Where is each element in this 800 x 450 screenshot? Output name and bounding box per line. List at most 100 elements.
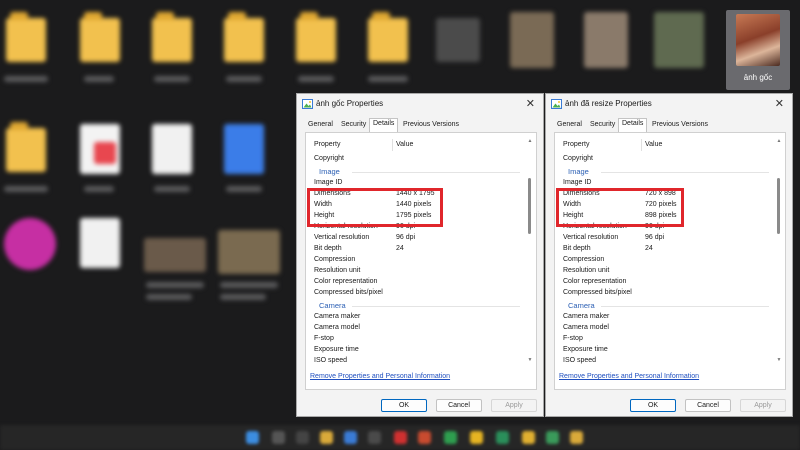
property-row[interactable]: F-stop bbox=[561, 334, 773, 345]
property-name: Bit depth bbox=[314, 245, 342, 252]
desktop-folder-icon[interactable] bbox=[224, 12, 264, 62]
column-header-value[interactable]: Value bbox=[396, 141, 413, 148]
ok-button[interactable]: OK bbox=[381, 399, 427, 412]
details-panel: Property Value Copyright Image Image ID Dim… bbox=[305, 132, 537, 390]
property-row[interactable]: Compression bbox=[561, 255, 773, 266]
property-row[interactable]: Compression bbox=[312, 255, 524, 266]
cancel-button[interactable]: Cancel bbox=[436, 399, 482, 412]
remove-properties-link[interactable]: Remove Properties and Personal Informati… bbox=[559, 373, 699, 380]
search-icon[interactable] bbox=[272, 431, 285, 444]
property-list[interactable]: Property Value Copyright Image Image ID Dim… bbox=[561, 138, 773, 365]
scrollbar-thumb[interactable] bbox=[777, 178, 780, 234]
app-icon[interactable] bbox=[368, 431, 381, 444]
group-header-image: Image bbox=[312, 165, 524, 177]
app-icon[interactable] bbox=[394, 431, 407, 444]
property-row[interactable]: Exposure time bbox=[312, 345, 524, 356]
desktop-photo-thumbnail[interactable] bbox=[584, 12, 628, 68]
property-row[interactable]: Color representation bbox=[312, 277, 524, 288]
start-icon[interactable] bbox=[246, 431, 259, 444]
close-icon[interactable]: ✕ bbox=[526, 97, 535, 110]
property-row[interactable]: Compressed bits/pixel bbox=[312, 288, 524, 299]
property-name: F-stop bbox=[314, 335, 334, 342]
desktop-folder-icon[interactable] bbox=[6, 122, 46, 172]
dialog-title: ảnh gốc Properties bbox=[316, 99, 384, 108]
desktop-photo-thumbnail[interactable] bbox=[510, 12, 554, 68]
scroll-up-icon[interactable]: ▲ bbox=[527, 138, 533, 144]
desktop-folder-icon[interactable] bbox=[6, 12, 46, 62]
vertical-scrollbar[interactable]: ▲ ▼ bbox=[776, 138, 782, 363]
desktop-photo-thumbnail[interactable] bbox=[436, 18, 480, 62]
scroll-up-icon[interactable]: ▲ bbox=[776, 138, 782, 144]
chrome-icon[interactable] bbox=[470, 431, 483, 444]
app-icon[interactable] bbox=[418, 431, 431, 444]
desktop-file-icon[interactable] bbox=[224, 124, 264, 174]
tab-previous-versions[interactable]: Previous Versions bbox=[649, 120, 711, 131]
property-name: Camera model bbox=[314, 324, 360, 331]
property-row[interactable]: Exposure time bbox=[561, 345, 773, 356]
app-icon[interactable] bbox=[444, 431, 457, 444]
property-row[interactable]: Bit depth 24 bbox=[561, 244, 773, 255]
file-explorer-icon[interactable] bbox=[320, 431, 333, 444]
property-name: Resolution unit bbox=[563, 267, 610, 274]
apply-button[interactable]: Apply bbox=[740, 399, 786, 412]
tab-details[interactable]: Details bbox=[618, 118, 648, 132]
scroll-down-icon[interactable]: ▼ bbox=[527, 357, 533, 363]
column-header-property[interactable]: Property bbox=[563, 141, 589, 148]
property-row[interactable]: Camera model bbox=[312, 323, 524, 334]
apply-button[interactable]: Apply bbox=[491, 399, 537, 412]
chrome-icon[interactable] bbox=[522, 431, 535, 444]
property-row[interactable]: Compressed bits/pixel bbox=[561, 288, 773, 299]
cancel-button[interactable]: Cancel bbox=[685, 399, 731, 412]
scroll-down-icon[interactable]: ▼ bbox=[776, 357, 782, 363]
desktop-file-icon[interactable] bbox=[80, 218, 120, 268]
property-row[interactable]: Color representation bbox=[561, 277, 773, 288]
desktop-folder-icon[interactable] bbox=[80, 12, 120, 62]
property-row[interactable]: ISO speed bbox=[561, 356, 773, 365]
tab-general[interactable]: General bbox=[554, 120, 585, 131]
property-row[interactable]: Camera model bbox=[561, 323, 773, 334]
desktop-folder-icon[interactable] bbox=[368, 12, 408, 62]
desktop-photo-thumbnail[interactable] bbox=[654, 12, 704, 68]
desktop-app-icon[interactable] bbox=[4, 218, 56, 270]
desktop-photo-thumbnail[interactable] bbox=[218, 230, 280, 274]
desktop-photo-thumbnail[interactable] bbox=[144, 238, 206, 272]
group-header-camera: Camera bbox=[312, 299, 524, 311]
property-row[interactable]: Copyright bbox=[312, 154, 524, 165]
vertical-scrollbar[interactable]: ▲ ▼ bbox=[527, 138, 533, 363]
property-row[interactable]: F-stop bbox=[312, 334, 524, 345]
property-row[interactable]: Vertical resolution 96 dpi bbox=[561, 233, 773, 244]
desktop-file-icon[interactable] bbox=[94, 142, 116, 164]
property-row[interactable]: ISO speed bbox=[312, 356, 524, 365]
tab-details[interactable]: Details bbox=[369, 118, 399, 132]
app-icon[interactable] bbox=[344, 431, 357, 444]
ok-button[interactable]: OK bbox=[630, 399, 676, 412]
property-row[interactable]: Bit depth 24 bbox=[312, 244, 524, 255]
close-icon[interactable]: ✕ bbox=[775, 97, 784, 110]
property-row[interactable]: Resolution unit bbox=[312, 266, 524, 277]
property-row[interactable]: Copyright bbox=[561, 154, 773, 165]
property-row[interactable]: Camera maker bbox=[561, 312, 773, 323]
dialog-title-bar[interactable]: ảnh gốc Properties ✕ bbox=[297, 94, 543, 116]
chrome-icon[interactable] bbox=[546, 431, 559, 444]
dialog-title-bar[interactable]: ảnh đã resize Properties ✕ bbox=[546, 94, 792, 116]
property-name: Camera maker bbox=[314, 313, 361, 320]
chrome-icon[interactable] bbox=[570, 431, 583, 444]
desktop-folder-icon[interactable] bbox=[296, 12, 336, 62]
remove-properties-link[interactable]: Remove Properties and Personal Informati… bbox=[310, 373, 450, 380]
property-name: Image ID bbox=[563, 179, 592, 186]
property-row[interactable]: Resolution unit bbox=[561, 266, 773, 277]
tab-general[interactable]: General bbox=[305, 120, 336, 131]
property-row[interactable]: Vertical resolution 96 dpi bbox=[312, 233, 524, 244]
property-list[interactable]: Property Value Copyright Image Image ID Dim… bbox=[312, 138, 524, 365]
tab-previous-versions[interactable]: Previous Versions bbox=[400, 120, 462, 131]
task-view-icon[interactable] bbox=[296, 431, 309, 444]
column-header-property[interactable]: Property bbox=[314, 141, 340, 148]
desktop-folder-icon[interactable] bbox=[152, 12, 192, 62]
column-header-value[interactable]: Value bbox=[645, 141, 662, 148]
property-row[interactable]: Camera maker bbox=[312, 312, 524, 323]
app-icon[interactable] bbox=[496, 431, 509, 444]
tab-security[interactable]: Security bbox=[587, 120, 618, 131]
scrollbar-thumb[interactable] bbox=[528, 178, 531, 234]
desktop-file-icon[interactable] bbox=[152, 124, 192, 174]
tab-security[interactable]: Security bbox=[338, 120, 369, 131]
